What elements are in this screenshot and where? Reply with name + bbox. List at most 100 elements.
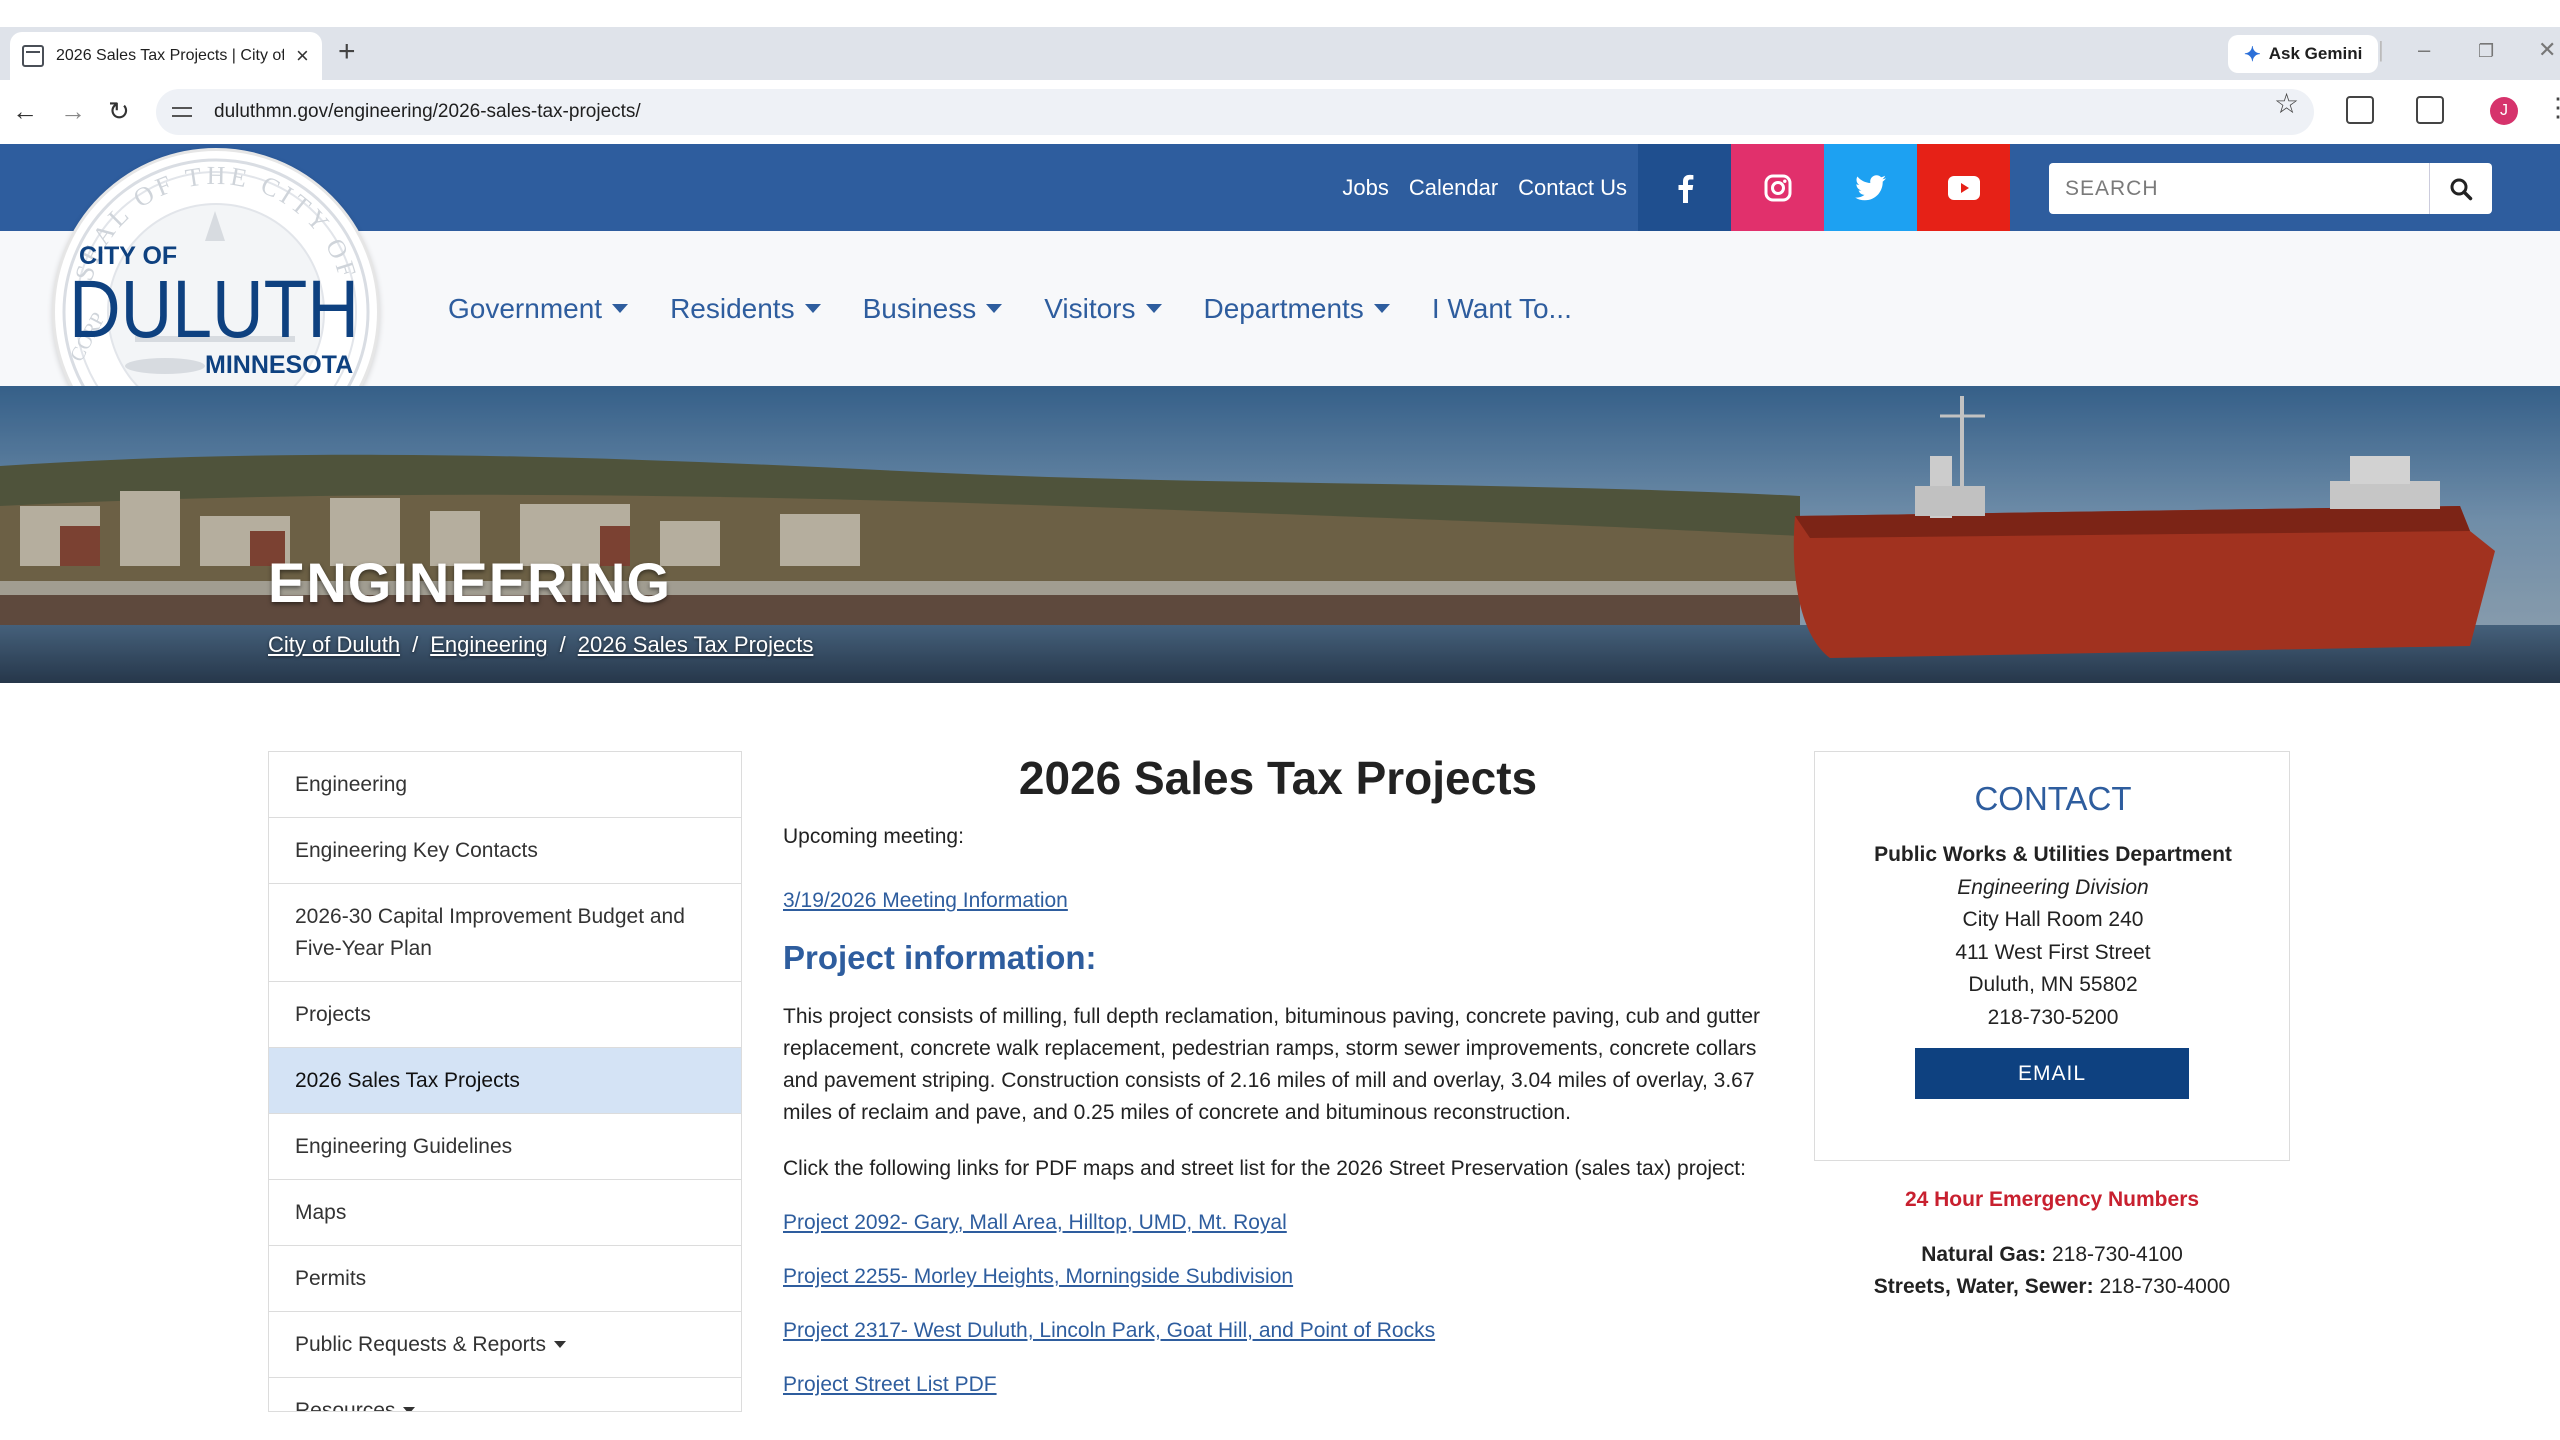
contact-phone[interactable]: 218-730-5200	[1815, 1002, 2291, 1035]
sidebar-item-engineering-guidelines[interactable]: Engineering Guidelines	[269, 1114, 741, 1180]
youtube-icon[interactable]	[1917, 144, 2010, 231]
nav-item-label: Departments	[1203, 292, 1364, 324]
breadcrumb-separator: /	[412, 632, 419, 657]
sidebar-item-2026-sales-tax-projects[interactable]: 2026 Sales Tax Projects	[269, 1048, 741, 1114]
sidebar-item-label: Public Requests & Reports	[295, 1332, 546, 1356]
jobs-link[interactable]: Jobs	[1342, 175, 1388, 201]
window-top-strip	[0, 0, 2560, 27]
contact-department: Public Works & Utilities Department	[1874, 843, 2232, 866]
svg-text:MINNESOTA: MINNESOTA	[205, 351, 353, 379]
address-bar[interactable]: duluthmn.gov/engineering/2026-sales-tax-…	[156, 89, 2314, 135]
project-2317-link[interactable]: Project 2317- West Duluth, Lincoln Park,…	[783, 1315, 1435, 1347]
project-street-list-link[interactable]: Project Street List PDF	[783, 1369, 997, 1401]
nav-item-business[interactable]: Business	[863, 293, 1003, 325]
upcoming-meeting-label: Upcoming meeting:	[783, 825, 964, 848]
sidebar-item-permits[interactable]: Permits	[269, 1246, 741, 1312]
utility-links: Jobs Calendar Contact Us	[1342, 144, 1627, 231]
sidebar-item-label: 2026-30 Capital Improvement Budget and F…	[295, 904, 685, 960]
search-icon	[2450, 178, 2473, 200]
breadcrumb-link-city[interactable]: City of Duluth	[268, 632, 400, 658]
url-text[interactable]: duluthmn.gov/engineering/2026-sales-tax-…	[214, 101, 641, 123]
site-search-input[interactable]: SEARCH	[2049, 163, 2429, 214]
sidebar-item-label: 2026 Sales Tax Projects	[295, 1068, 520, 1092]
contact-street: 411 West First Street	[1955, 940, 2151, 964]
emergency-water-line: Streets, Water, Sewer: 218-730-4000	[1814, 1275, 2290, 1299]
back-arrow-icon[interactable]: ←	[12, 98, 38, 124]
contact-details: Public Works & Utilities Department Engi…	[1815, 839, 2291, 1034]
caret-down-icon	[986, 304, 1003, 313]
ask-gemini-button[interactable]: ✦ Ask Gemini	[2228, 35, 2379, 73]
section-sidebar-nav: Engineering Engineering Key Contacts 2026-…	[268, 751, 742, 1412]
sidebar-item-label: Maps	[295, 1200, 347, 1224]
water-phone[interactable]: 218-730-4000	[2099, 1275, 2230, 1298]
sidebar-item-label: Engineering	[295, 772, 408, 796]
close-tab-icon[interactable]: ×	[296, 45, 309, 67]
sidebar-item-label: Resources	[295, 1398, 396, 1412]
profile-avatar[interactable]: J	[2490, 97, 2518, 125]
caret-down-icon	[804, 304, 821, 313]
nav-item-i-want-to[interactable]: I Want To...	[1432, 293, 1572, 325]
caret-down-icon	[1145, 304, 1162, 313]
contact-us-link[interactable]: Contact Us	[1518, 175, 1627, 201]
nav-item-visitors[interactable]: Visitors	[1044, 293, 1162, 325]
sidebar-item-label: Engineering Key Contacts	[295, 838, 538, 862]
gas-label: Natural Gas:	[1921, 1243, 2047, 1266]
sidebar-item-2026-30-capital-improvement-budget-and-five-year-plan[interactable]: 2026-30 Capital Improvement Budget and F…	[269, 884, 741, 982]
main-navigation: Government Residents Business Visitors Depar…	[0, 231, 2560, 386]
emergency-gas-line: Natural Gas: 218-730-4100	[1814, 1243, 2290, 1267]
browser-toolbar: ← → ↻ duluthmn.gov/engineering/2026-sale…	[0, 80, 2560, 144]
sidebar-item-engineering[interactable]: Engineering	[269, 752, 741, 818]
breadcrumb: City of Duluth / Engineering / 2026 Sale…	[268, 632, 813, 658]
minimize-icon[interactable]: –	[2418, 39, 2430, 61]
window-divider: |	[2378, 37, 2384, 62]
browser-menu-icon[interactable]: ⋮	[2545, 94, 2560, 120]
caret-down-icon	[1373, 304, 1390, 313]
contact-card: CONTACT Public Works & Utilities Departm…	[1814, 751, 2290, 1161]
close-window-icon[interactable]: ✕	[2538, 39, 2556, 61]
tab-strip: 2026 Sales Tax Projects | City of × + ✦ …	[0, 27, 2560, 80]
project-description: This project consists of milling, full d…	[783, 1005, 1761, 1124]
nav-item-label: I Want To...	[1431, 292, 1572, 324]
page-favicon-icon	[22, 45, 44, 67]
gas-phone[interactable]: 218-730-4100	[2052, 1243, 2183, 1266]
reload-icon[interactable]: ↻	[108, 98, 130, 124]
sidebar-item-label: Engineering Guidelines	[295, 1134, 513, 1158]
sidebar-item-public-requests-reports[interactable]: Public Requests & Reports	[269, 1312, 741, 1378]
forward-arrow-icon[interactable]: →	[60, 98, 86, 124]
extensions-icon[interactable]	[2346, 96, 2374, 124]
sidebar-item-engineering-key-contacts[interactable]: Engineering Key Contacts	[269, 818, 741, 884]
search-button[interactable]	[2429, 163, 2492, 214]
sidepanel-icon[interactable]	[2416, 96, 2444, 124]
sidebar-item-maps[interactable]: Maps	[269, 1180, 741, 1246]
site-settings-icon[interactable]	[170, 102, 194, 122]
project-2255-link[interactable]: Project 2255- Morley Heights, Morningsid…	[783, 1261, 1293, 1293]
caret-down-icon	[612, 304, 629, 313]
calendar-link[interactable]: Calendar	[1409, 175, 1498, 201]
instagram-icon[interactable]	[1731, 144, 1824, 231]
email-button[interactable]: EMAIL	[1915, 1048, 2189, 1099]
breadcrumb-link-current[interactable]: 2026 Sales Tax Projects	[578, 632, 814, 658]
breadcrumb-link-engineering[interactable]: Engineering	[430, 632, 547, 658]
links-intro-text: Click the following links for PDF maps a…	[783, 1157, 1746, 1180]
sidebar-item-label: Permits	[295, 1266, 367, 1290]
caret-down-icon	[553, 1341, 566, 1348]
meeting-info-link[interactable]: 3/19/2026 Meeting Information	[783, 885, 1068, 917]
browser-tab-active[interactable]: 2026 Sales Tax Projects | City of ×	[10, 32, 322, 80]
restore-icon[interactable]: ❐	[2478, 42, 2494, 60]
facebook-icon[interactable]	[1638, 144, 1731, 231]
nav-item-label: Government	[448, 292, 603, 324]
nav-item-departments[interactable]: Departments	[1204, 293, 1390, 325]
sidebar-item-projects[interactable]: Projects	[269, 982, 741, 1048]
contact-heading: CONTACT	[1974, 780, 2132, 817]
sidebar-item-resources[interactable]: Resources	[269, 1378, 741, 1412]
bookmark-star-icon[interactable]: ☆	[2274, 90, 2299, 118]
contact-division: Engineering Division	[1957, 875, 2149, 899]
project-2092-link[interactable]: Project 2092- Gary, Mall Area, Hilltop, …	[783, 1207, 1287, 1239]
svg-text:DULUTH: DULUTH	[69, 264, 359, 355]
page-title: 2026 Sales Tax Projects	[1018, 752, 1538, 804]
twitter-icon[interactable]	[1824, 144, 1917, 231]
contact-room: City Hall Room 240	[1962, 908, 2144, 931]
new-tab-plus-icon[interactable]: +	[338, 37, 356, 67]
nav-item-government[interactable]: Government	[448, 292, 629, 325]
nav-item-residents[interactable]: Residents	[670, 293, 821, 325]
